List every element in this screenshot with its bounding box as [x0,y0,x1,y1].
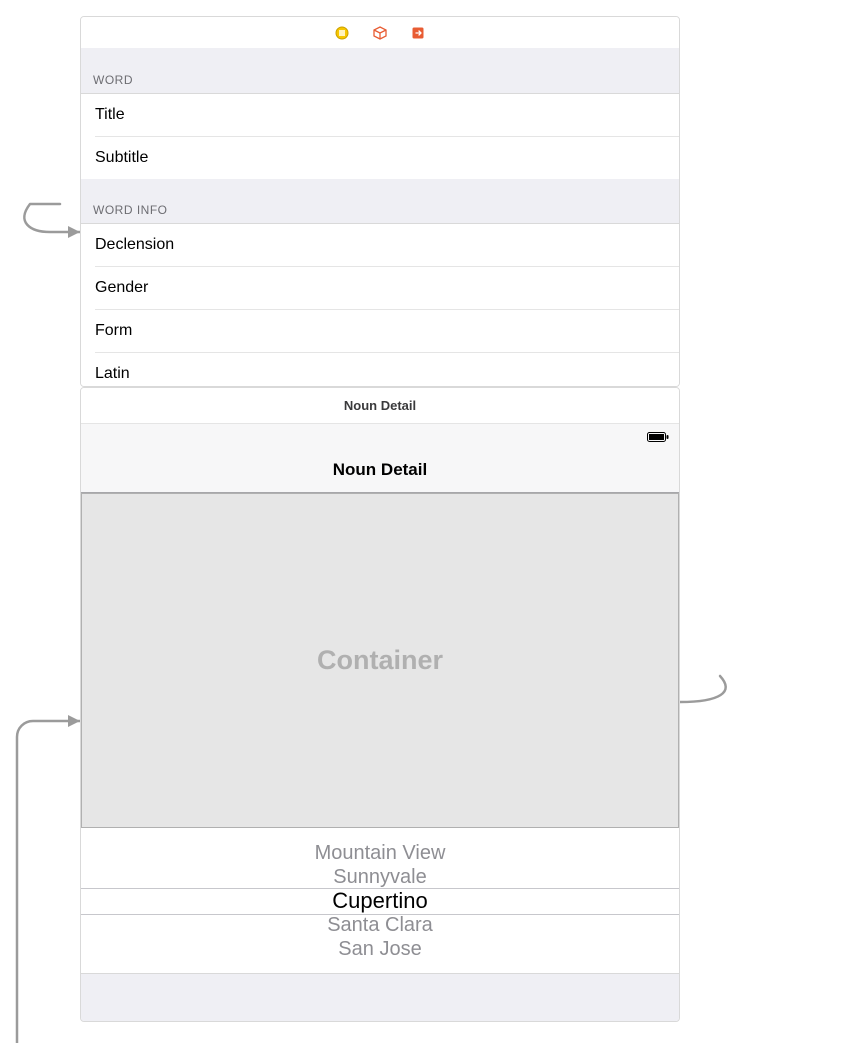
scene-noun-detail: Noun Detail Noun Detail Container Mounta… [80,387,680,1022]
nav-title: Noun Detail [333,460,427,492]
section-header-word: WORD [81,49,679,94]
picker-row[interactable]: Santa Clara [327,913,433,937]
scene-label: Noun Detail [81,388,679,424]
picker-row[interactable]: Sunnyvale [333,865,426,889]
storyboard-icon-yellow [335,26,349,40]
battery-icon [647,432,669,442]
navigation-bar: Noun Detail [81,424,679,493]
picker-row-selected[interactable]: Cupertino [332,889,427,913]
table-cell-title[interactable]: Title [81,94,679,136]
storyboard-icon-exit [411,26,425,40]
table-cell-form[interactable]: Form [81,310,679,352]
table-cell-subtitle[interactable]: Subtitle [81,137,679,179]
footer-bar [81,973,679,1021]
table-cell-declension[interactable]: Declension [81,224,679,266]
picker-view[interactable]: Mountain View Sunnyvale Cupertino Santa … [81,828,679,973]
storyboard-icon-cube [373,26,387,40]
scene-word-table: WORD Title Subtitle WORD INFO Declension… [80,16,680,387]
container-view-placeholder[interactable]: Container [81,493,679,828]
picker-row[interactable]: San Jose [338,937,421,961]
section-header-word-info: WORD INFO [81,179,679,224]
table-cell-gender[interactable]: Gender [81,267,679,309]
scene-toolbar [81,17,679,49]
table-cell-latin[interactable]: Latin [81,353,679,387]
picker-row[interactable]: Mountain View [315,841,446,865]
